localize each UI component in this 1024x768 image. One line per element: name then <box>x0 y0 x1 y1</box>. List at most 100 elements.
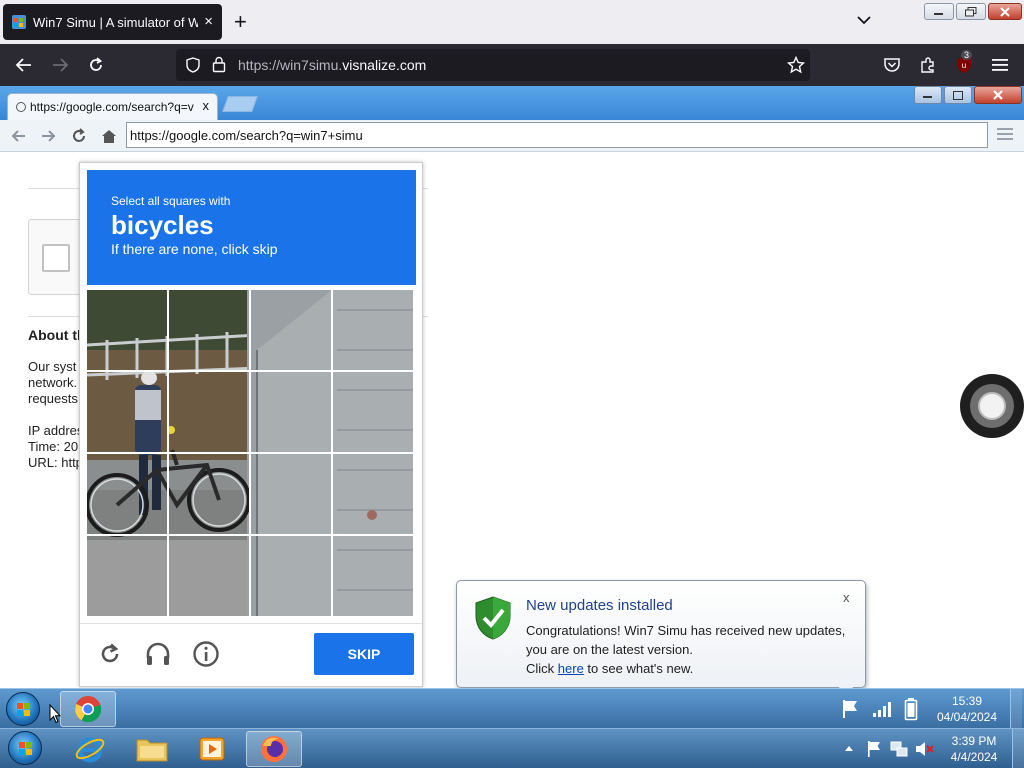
audio-challenge-headphones-icon[interactable] <box>144 640 172 668</box>
page-text-line: Our syst <box>28 359 77 374</box>
outer-tab-bar: Win7 Simu | A simulator of Win × + <box>0 0 1024 44</box>
reload-challenge-icon[interactable] <box>96 640 124 668</box>
inner-forward-button[interactable] <box>39 127 57 145</box>
captcha-tile[interactable] <box>251 536 331 616</box>
action-center-flag-icon[interactable] <box>840 698 860 720</box>
security-shield-check-icon <box>475 596 511 640</box>
minimize-button[interactable] <box>924 3 954 20</box>
skip-button[interactable]: SKIP <box>314 633 414 675</box>
captcha-tile[interactable] <box>251 372 331 452</box>
tracking-protection-shield-icon[interactable] <box>185 57 201 73</box>
show-hidden-icons-arrow-icon[interactable] <box>844 744 854 752</box>
captcha-tile[interactable] <box>169 536 249 616</box>
firefox-icon <box>261 736 287 762</box>
page-text-line: requests <box>28 391 78 406</box>
taskbar-explorer-button[interactable] <box>124 731 180 767</box>
list-all-tabs-chevron-icon[interactable] <box>856 12 872 28</box>
taskbar-firefox-button[interactable] <box>246 731 302 767</box>
captcha-tile[interactable] <box>169 290 249 370</box>
outer-url-text: https://win7simu.visnalize.com <box>238 57 426 73</box>
captcha-tile-image <box>333 290 413 370</box>
notification-close-button[interactable]: x <box>843 590 850 605</box>
inner-clock[interactable]: 15:39 04/04/2024 <box>928 693 1006 725</box>
new-tab-button[interactable]: + <box>234 11 247 33</box>
lock-icon[interactable] <box>212 56 226 73</box>
captcha-tile[interactable] <box>87 454 167 534</box>
captcha-tile[interactable] <box>87 372 167 452</box>
minimize-icon <box>934 12 943 15</box>
inner-new-tab-button[interactable] <box>222 96 258 112</box>
volume-muted-icon[interactable] <box>914 740 934 758</box>
inner-minimize-button[interactable] <box>914 86 942 104</box>
outer-show-desktop-button[interactable] <box>1012 729 1024 768</box>
captcha-tile[interactable] <box>169 372 249 452</box>
captcha-tile-image <box>251 536 331 616</box>
info-icon[interactable] <box>192 640 220 668</box>
taskbar-media-player-button[interactable] <box>184 731 240 767</box>
outer-clock-time: 3:39 PM <box>951 734 997 748</box>
inner-start-button[interactable] <box>6 692 40 726</box>
inner-reload-button[interactable] <box>70 127 88 145</box>
url-prefix: https://win7simu. <box>238 57 343 73</box>
action-center-flag-icon[interactable] <box>866 740 882 758</box>
inner-close-button[interactable] <box>974 86 1022 104</box>
forward-button[interactable] <box>48 53 72 77</box>
taskbar-chrome-button[interactable] <box>60 691 116 727</box>
captcha-tile-image <box>251 372 331 452</box>
captcha-tile[interactable] <box>251 290 331 370</box>
outer-url-bar[interactable]: https://win7simu.visnalize.com <box>176 49 810 81</box>
inner-home-button[interactable] <box>100 127 118 145</box>
inner-show-desktop-button[interactable] <box>1010 689 1022 729</box>
captcha-instructions: Select all squares with bicycles If ther… <box>87 170 416 285</box>
reload-button[interactable] <box>84 53 108 77</box>
floating-assist-button[interactable] <box>960 374 1024 438</box>
folder-icon <box>136 739 168 762</box>
captcha-tile-image <box>169 454 249 534</box>
extensions-button[interactable] <box>916 53 940 77</box>
outer-tab-active[interactable]: Win7 Simu | A simulator of Win × <box>3 4 222 40</box>
url-domain: visnalize.com <box>342 57 427 73</box>
captcha-tile[interactable] <box>333 454 413 534</box>
mouse-cursor-icon <box>49 704 61 724</box>
network-signal-icon[interactable] <box>872 699 894 719</box>
whats-new-link[interactable]: here <box>558 661 584 676</box>
pocket-button[interactable] <box>880 53 904 77</box>
outer-clock[interactable]: 3:39 PM 4/4/2024 <box>944 733 1004 765</box>
captcha-image-grid <box>87 290 414 617</box>
bookmark-star-icon[interactable] <box>787 56 805 74</box>
captcha-tile[interactable] <box>333 372 413 452</box>
captcha-tile[interactable] <box>333 536 413 616</box>
outer-tab-close-icon[interactable]: × <box>204 13 213 30</box>
taskbar-internet-explorer-button[interactable] <box>62 731 118 767</box>
home-icon <box>102 130 116 143</box>
reload-icon <box>73 128 85 142</box>
notification-body: Congratulations! Win7 Simu has received … <box>526 621 846 678</box>
captcha-tile-image <box>169 290 249 370</box>
assist-dot-icon <box>978 392 1006 420</box>
outer-window-controls <box>924 3 1022 21</box>
captcha-tile[interactable] <box>333 290 413 370</box>
inner-tab-close-icon[interactable]: x <box>203 98 210 113</box>
update-notification: New updates installed Congratulations! W… <box>456 580 866 688</box>
network-icon[interactable] <box>890 740 908 758</box>
captcha-tile-image <box>87 290 167 370</box>
battery-icon[interactable] <box>904 697 918 721</box>
app-menu-button[interactable] <box>988 53 1012 77</box>
close-icon <box>1000 6 1010 17</box>
captcha-tile[interactable] <box>87 290 167 370</box>
captcha-tile[interactable] <box>87 536 167 616</box>
close-window-button[interactable] <box>988 3 1022 20</box>
captcha-tile[interactable] <box>169 454 249 534</box>
inner-maximize-button[interactable] <box>944 86 972 104</box>
inner-menu-icon[interactable] <box>997 128 1013 142</box>
im-not-a-robot-checkbox[interactable] <box>42 244 70 272</box>
captcha-tile[interactable] <box>251 454 331 534</box>
back-button[interactable] <box>12 53 36 77</box>
outer-start-button[interactable] <box>8 731 42 765</box>
outer-taskbar: 3:39 PM 4/4/2024 <box>0 728 1024 768</box>
inner-back-button[interactable] <box>10 127 28 145</box>
inner-tab-active[interactable]: https://google.com/search?q=v x <box>7 93 218 120</box>
inner-address-bar[interactable]: https://google.com/search?q=win7+simu <box>126 122 988 148</box>
assist-ring <box>970 384 1014 428</box>
restore-button[interactable] <box>956 3 986 20</box>
